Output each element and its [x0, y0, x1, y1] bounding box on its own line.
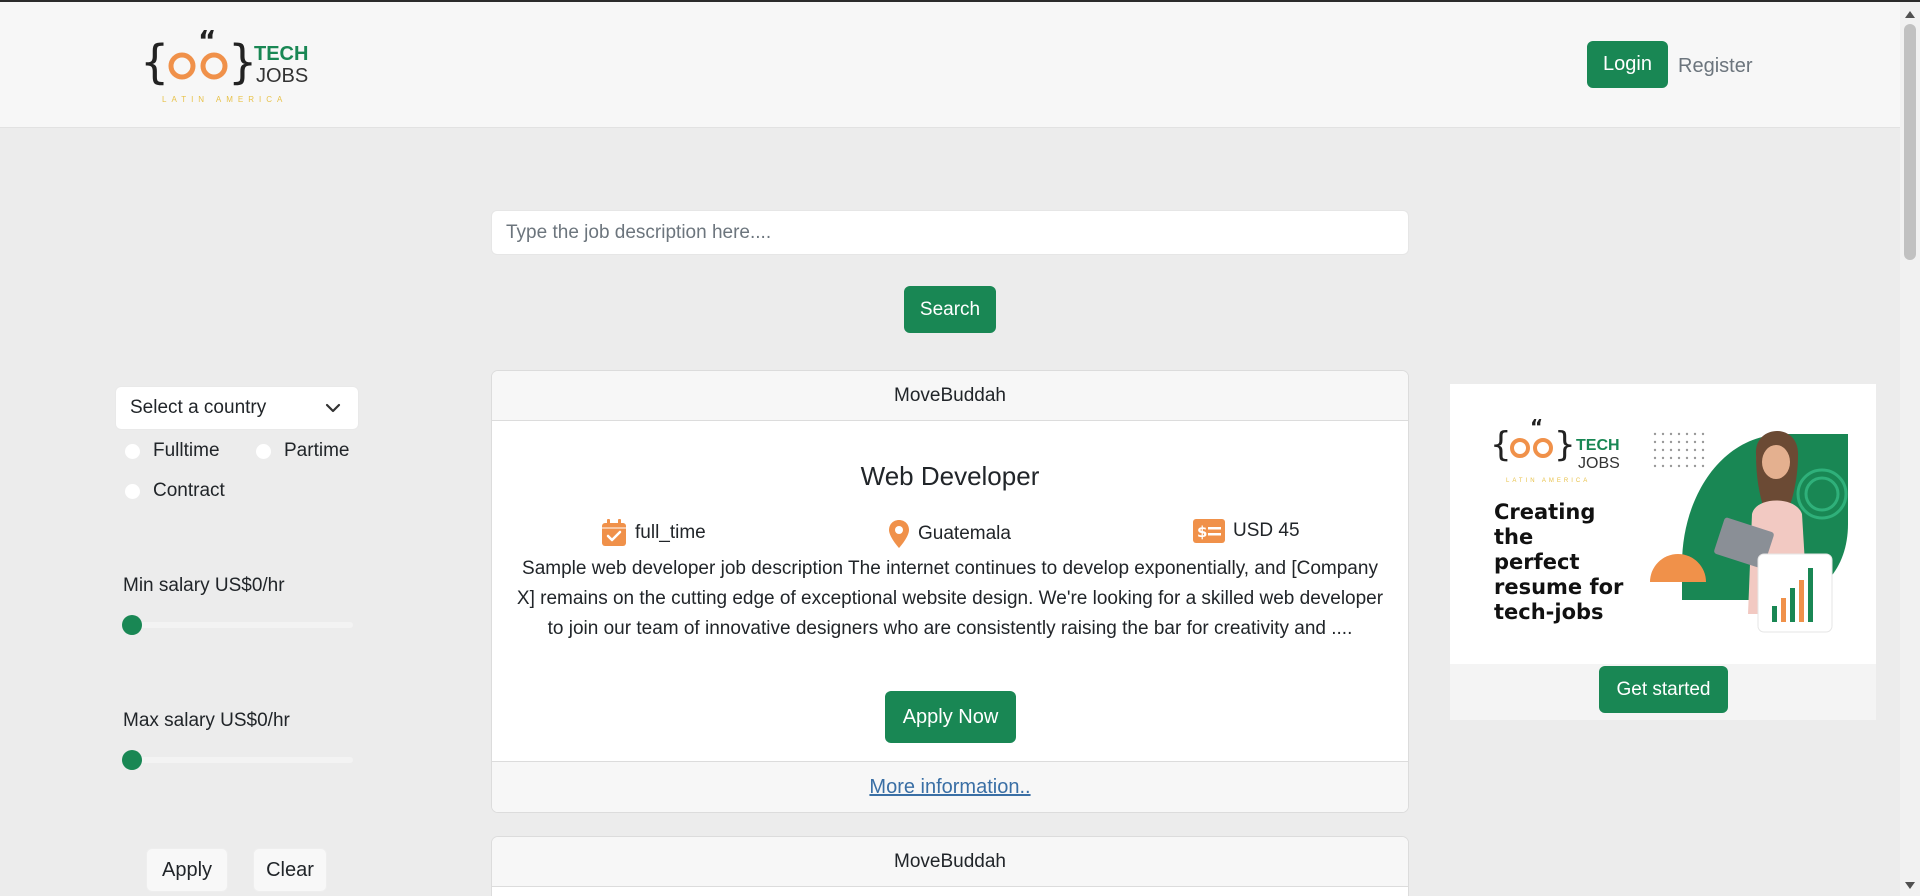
svg-text:“: “ — [1530, 415, 1543, 439]
money-bill-icon: $ — [1193, 519, 1225, 543]
job-card-footer: More information.. — [492, 761, 1408, 812]
job-title: Web Developer — [860, 461, 1040, 491]
apply-filters-button[interactable]: Apply — [146, 848, 228, 892]
job-card: MoveBuddah — [491, 836, 1409, 896]
calendar-check-icon — [602, 519, 626, 546]
register-link[interactable]: Register — [1678, 55, 1752, 78]
svg-text:{: { — [1490, 425, 1512, 465]
job-location-text: Guatemala — [918, 523, 1011, 544]
filter-fulltime[interactable]: Fulltime — [124, 440, 220, 462]
page-scrollbar[interactable] — [1900, 2, 1920, 896]
tech-jobs-logo-graphic: { “ } TECH JOBS LATIN AMERICA — [140, 26, 308, 104]
svg-text:JOBS: JOBS — [1578, 455, 1620, 472]
site-header: { “ } TECH JOBS LATIN AMERICA Login Regi… — [0, 2, 1900, 128]
max-salary-slider[interactable] — [123, 757, 353, 763]
country-select[interactable]: Select a country — [115, 386, 359, 430]
map-pin-icon — [889, 520, 909, 548]
get-started-button[interactable]: Get started — [1599, 666, 1728, 713]
search-button[interactable]: Search — [904, 286, 996, 333]
ad-illustration: { “ } TECH JOBS LATIN AMERICA Creating t… — [1490, 415, 1848, 633]
job-salary: $ USD 45 — [1193, 519, 1300, 543]
min-salary-slider-thumb[interactable] — [122, 615, 142, 635]
job-type: full_time — [601, 519, 706, 547]
max-salary-slider-thumb[interactable] — [122, 750, 142, 770]
scroll-down-arrow-icon[interactable] — [1905, 882, 1915, 890]
filter-partime[interactable]: Partime — [255, 440, 349, 462]
fulltime-radio[interactable] — [124, 442, 141, 460]
max-salary-label: Max salary US$0/hr — [123, 710, 290, 731]
svg-text:}: } — [1554, 425, 1576, 465]
partime-label: Partime — [284, 440, 350, 461]
login-button[interactable]: Login — [1587, 41, 1668, 88]
job-location: Guatemala — [888, 519, 1011, 549]
scroll-up-arrow-icon[interactable] — [1905, 10, 1915, 18]
job-card: MoveBuddah Web Developer full_time Guate… — [491, 370, 1409, 813]
contract-label: Contract — [153, 480, 225, 501]
svg-text:Creating: Creating — [1494, 500, 1595, 524]
chevron-down-icon — [325, 403, 341, 413]
job-salary-text: USD 45 — [1233, 520, 1300, 541]
svg-text:$: $ — [1197, 523, 1207, 541]
svg-text:LATIN AMERICA: LATIN AMERICA — [1506, 478, 1590, 484]
filter-contract[interactable]: Contract — [124, 480, 225, 502]
site-logo[interactable]: { “ } TECH JOBS LATIN AMERICA — [140, 26, 340, 106]
contract-radio[interactable] — [124, 482, 141, 500]
svg-text:resume for: resume for — [1494, 575, 1624, 599]
more-information-link[interactable]: More information.. — [869, 776, 1030, 799]
svg-text:“: “ — [198, 26, 216, 57]
dot-grid-decoration — [1653, 432, 1705, 468]
resume-ad-image: { “ } TECH JOBS LATIN AMERICA Creating t… — [1450, 384, 1876, 664]
partime-radio[interactable] — [255, 442, 272, 460]
job-search-input[interactable] — [491, 210, 1409, 255]
svg-text:LATIN AMERICA: LATIN AMERICA — [162, 95, 287, 104]
job-company: MoveBuddah — [492, 837, 1408, 887]
svg-text:TECH: TECH — [254, 43, 308, 65]
clear-filters-button[interactable]: Clear — [253, 848, 327, 892]
job-company: MoveBuddah — [492, 371, 1408, 421]
svg-text:the: the — [1494, 525, 1533, 549]
apply-now-button[interactable]: Apply Now — [885, 691, 1016, 743]
country-select-value: Select a country — [130, 397, 267, 418]
svg-text:}: } — [228, 35, 257, 89]
job-type-text: full_time — [635, 522, 706, 543]
svg-text:{: { — [140, 35, 169, 89]
min-salary-slider[interactable] — [123, 622, 353, 628]
svg-text:perfect: perfect — [1494, 550, 1580, 574]
fulltime-label: Fulltime — [153, 440, 220, 461]
svg-text:JOBS: JOBS — [256, 65, 308, 87]
svg-text:TECH: TECH — [1576, 437, 1620, 454]
scrollbar-thumb[interactable] — [1904, 24, 1916, 260]
min-salary-label: Min salary US$0/hr — [123, 575, 285, 596]
resume-ad: { “ } TECH JOBS LATIN AMERICA Creating t… — [1450, 384, 1876, 720]
job-description: Sample web developer job description The… — [516, 558, 1384, 639]
svg-text:tech-jobs: tech-jobs — [1494, 600, 1604, 624]
